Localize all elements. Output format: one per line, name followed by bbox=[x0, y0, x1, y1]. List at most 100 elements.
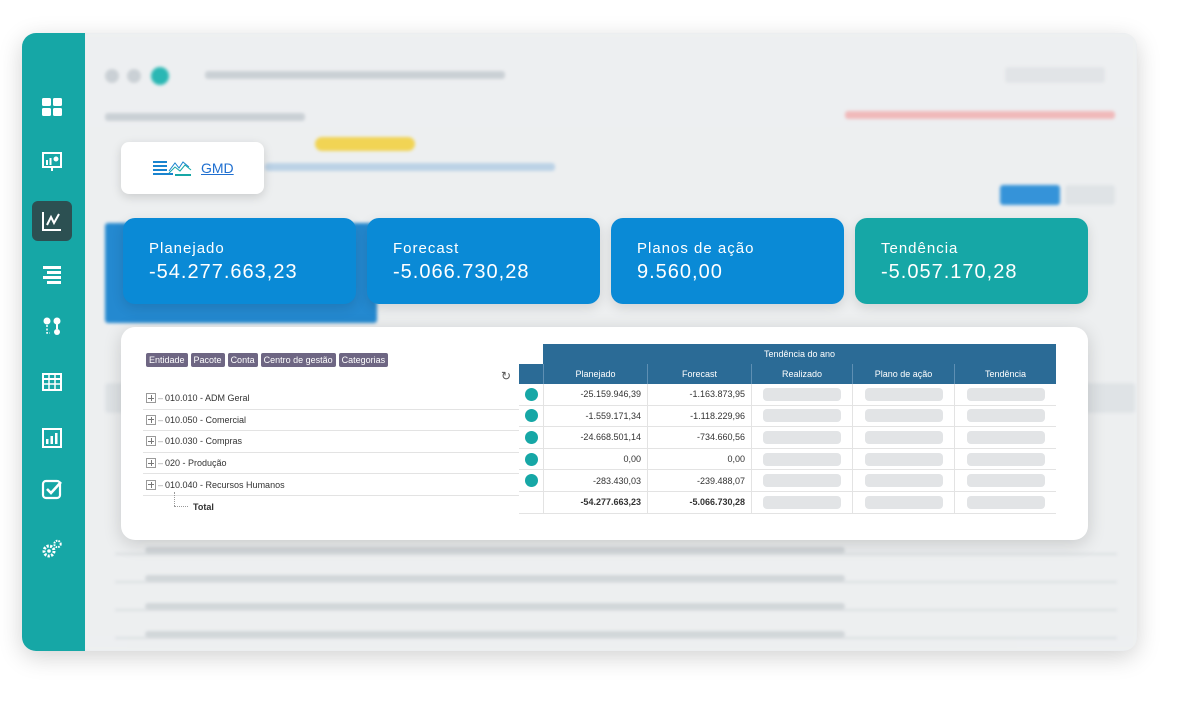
tree-row-label: 020 - Produção bbox=[165, 458, 227, 469]
bar-chart-icon[interactable] bbox=[32, 418, 72, 458]
presentation-icon[interactable] bbox=[32, 141, 72, 181]
cell-forecast: -734.660,56 bbox=[647, 427, 751, 448]
kpi-tendencia: Tendência -5.057.170,28 bbox=[855, 218, 1088, 304]
tree-row-label: 010.050 - Comercial bbox=[165, 414, 247, 425]
kpi-planejado: Planejado -54.277.663,23 bbox=[123, 218, 356, 304]
trend-panel: Entidade Pacote Conta Centro de gestão C… bbox=[121, 327, 1088, 540]
loading-placeholder bbox=[763, 430, 841, 444]
loading-placeholder bbox=[763, 409, 841, 423]
entity-tree: – 010.010 - ADM Geral – 010.050 - Comerc… bbox=[143, 388, 519, 518]
loading-placeholder bbox=[864, 409, 943, 423]
line-chart-icon[interactable] bbox=[32, 201, 72, 241]
dashboard-icon[interactable] bbox=[32, 87, 72, 127]
table-row[interactable]: -25.159.946,39 -1.163.873,95 bbox=[519, 384, 1056, 406]
list-icon[interactable] bbox=[32, 254, 72, 294]
gmd-link[interactable]: GMD bbox=[201, 160, 234, 176]
logo-card: GMD bbox=[121, 142, 264, 194]
cell-planejado: 0,00 bbox=[543, 448, 647, 470]
loading-placeholder bbox=[864, 430, 943, 444]
status-dot bbox=[524, 409, 538, 423]
tree-row[interactable]: – 010.040 - Recursos Humanos bbox=[143, 474, 519, 496]
grid-title: Tendência do ano bbox=[543, 344, 1056, 364]
kpi-value: -5.057.170,28 bbox=[881, 261, 1018, 283]
expand-icon[interactable] bbox=[146, 393, 156, 404]
kpi-label: Planos de ação bbox=[637, 240, 755, 257]
header-realizado[interactable]: Realizado bbox=[751, 364, 852, 384]
kpi-planos-de-acao: Planos de ação 9.560,00 bbox=[611, 218, 844, 304]
status-dot bbox=[524, 474, 538, 488]
expand-icon[interactable] bbox=[146, 414, 156, 425]
table-icon[interactable] bbox=[32, 362, 72, 402]
gmd-logo-icon bbox=[153, 161, 192, 176]
loading-placeholder bbox=[763, 452, 841, 466]
header-planejado[interactable]: Planejado bbox=[543, 364, 647, 384]
sidebar bbox=[22, 33, 85, 651]
tree-row[interactable]: – 010.030 - Compras bbox=[143, 431, 519, 453]
cell-forecast: -1.118.229,96 bbox=[647, 405, 751, 427]
tree-row[interactable]: – 020 - Produção bbox=[143, 453, 519, 475]
tree-total-label: Total bbox=[193, 501, 214, 512]
table-row[interactable]: 0,00 0,00 bbox=[519, 448, 1056, 471]
table-row[interactable]: -283.430,03 -239.488,07 bbox=[519, 470, 1056, 492]
loading-placeholder bbox=[966, 387, 1045, 401]
cell-planejado: -283.430,03 bbox=[543, 470, 647, 491]
loading-placeholder bbox=[966, 409, 1045, 423]
loading-placeholder bbox=[864, 474, 943, 488]
kpi-value: -5.066.730,28 bbox=[393, 261, 530, 283]
status-dot bbox=[524, 452, 538, 466]
filter-tags: Entidade Pacote Conta Centro de gestão C… bbox=[146, 353, 389, 367]
cell-forecast: 0,00 bbox=[647, 448, 751, 470]
refresh-icon[interactable]: ↻ bbox=[501, 369, 511, 383]
expand-icon[interactable] bbox=[146, 436, 156, 447]
header-forecast[interactable]: Forecast bbox=[647, 364, 751, 384]
kpi-label: Tendência bbox=[881, 240, 959, 257]
filter-tag-conta[interactable]: Conta bbox=[227, 353, 258, 367]
filter-tag-pacote[interactable]: Pacote bbox=[190, 353, 225, 367]
cell-planejado: -1.559.171,34 bbox=[543, 405, 647, 427]
tree-row[interactable]: – 010.050 - Comercial bbox=[143, 410, 519, 432]
total-forecast: -5.066.730,28 bbox=[647, 491, 751, 513]
status-dot bbox=[524, 387, 538, 401]
kpi-label: Planejado bbox=[149, 240, 225, 257]
loading-placeholder bbox=[966, 430, 1045, 444]
loading-placeholder bbox=[763, 495, 841, 509]
cell-planejado: -24.668.501,14 bbox=[543, 427, 647, 448]
checklist-icon[interactable] bbox=[32, 469, 72, 509]
kpi-forecast: Forecast -5.066.730,28 bbox=[367, 218, 600, 304]
grid-header: Planejado Forecast Realizado Plano de aç… bbox=[519, 364, 1056, 384]
cell-forecast: -1.163.873,95 bbox=[647, 384, 751, 405]
workflow-icon[interactable] bbox=[32, 306, 72, 346]
filter-tag-categorias[interactable]: Categorias bbox=[338, 353, 389, 367]
cell-planejado: -25.159.946,39 bbox=[543, 384, 647, 405]
status-dot bbox=[524, 430, 538, 444]
expand-icon[interactable] bbox=[146, 458, 156, 469]
loading-placeholder bbox=[763, 387, 841, 401]
loading-placeholder bbox=[966, 495, 1045, 509]
tree-row-label: 010.010 - ADM Geral bbox=[165, 393, 250, 404]
tree-row-label: 010.040 - Recursos Humanos bbox=[165, 479, 285, 490]
table-row[interactable]: -24.668.501,14 -734.660,56 bbox=[519, 427, 1056, 449]
trend-grid: Tendência do ano Planejado Forecast Real… bbox=[519, 344, 1056, 514]
loading-placeholder bbox=[864, 387, 943, 401]
total-planejado: -54.277.663,23 bbox=[543, 491, 647, 513]
cell-forecast: -239.488,07 bbox=[647, 470, 751, 491]
header-tendencia[interactable]: Tendência bbox=[954, 364, 1056, 384]
filter-tag-centro-de-gestao[interactable]: Centro de gestão bbox=[260, 353, 336, 367]
kpi-value: -54.277.663,23 bbox=[149, 261, 298, 283]
loading-placeholder bbox=[864, 452, 943, 466]
table-row-total: -54.277.663,23 -5.066.730,28 bbox=[519, 491, 1056, 514]
loading-placeholder bbox=[763, 474, 841, 488]
kpi-value: 9.560,00 bbox=[637, 261, 723, 283]
tree-row-total: Total bbox=[143, 492, 519, 518]
kpi-label: Forecast bbox=[393, 240, 460, 257]
filter-tag-entidade[interactable]: Entidade bbox=[146, 353, 188, 367]
header-plano-de-acao[interactable]: Plano de ação bbox=[852, 364, 954, 384]
loading-placeholder bbox=[864, 495, 943, 509]
tree-row[interactable]: – 010.010 - ADM Geral bbox=[143, 388, 519, 410]
header-status bbox=[519, 364, 543, 384]
loading-placeholder bbox=[966, 474, 1045, 488]
tree-row-label: 010.030 - Compras bbox=[165, 436, 243, 447]
expand-icon[interactable] bbox=[146, 479, 156, 490]
table-row[interactable]: -1.559.171,34 -1.118.229,96 bbox=[519, 405, 1056, 428]
settings-icon[interactable] bbox=[32, 529, 72, 569]
